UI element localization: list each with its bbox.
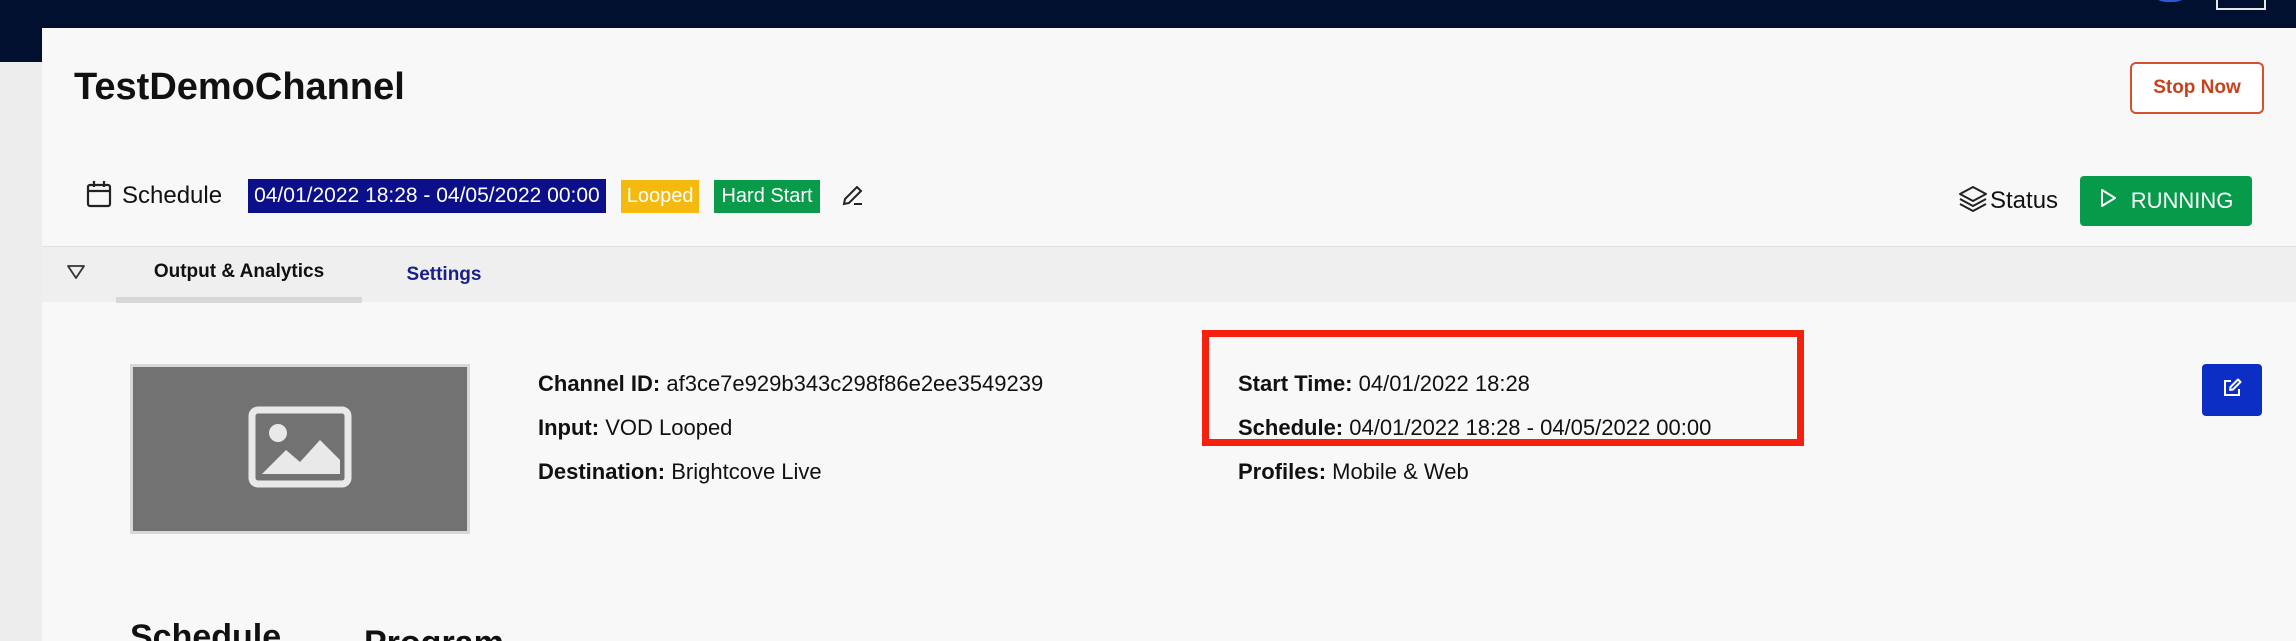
input-value: VOD Looped [605, 415, 733, 440]
running-label: RUNNING [2130, 188, 2234, 213]
profiles-row: Profiles: Mobile & Web [1238, 450, 1711, 494]
status-area: Status RUNNING [1958, 176, 2253, 226]
tab-settings[interactable]: Settings [364, 247, 524, 303]
status-label: Status [1990, 187, 2059, 214]
calendar-icon [86, 180, 112, 213]
program-section-heading: Program [364, 624, 504, 641]
tab-bar: Output & Analytics Settings [42, 246, 2296, 303]
play-icon [2099, 188, 2117, 214]
input-label: Input: [538, 415, 600, 440]
edit-schedule-pencil-icon[interactable] [840, 183, 866, 209]
image-placeholder-icon [248, 406, 352, 493]
menu-box-icon[interactable] [2216, 0, 2266, 10]
edit-square-icon [2221, 377, 2243, 404]
looped-badge: Looped [620, 179, 700, 213]
channel-id-label: Channel ID: [538, 371, 661, 396]
profiles-label: Profiles: [1238, 459, 1327, 484]
collapse-triangle-icon[interactable] [66, 263, 86, 286]
destination-row: Destination: Brightcove Live [538, 450, 1043, 494]
user-avatar-icon[interactable] [2150, 0, 2190, 2]
channel-id-value: af3ce7e929b343c298f86e2ee3549239 [666, 371, 1044, 396]
tab-output-analytics[interactable]: Output & Analytics [116, 247, 362, 303]
profiles-value: Mobile & Web [1332, 459, 1469, 484]
layers-icon [1958, 184, 1988, 219]
schedule-label: Schedule [122, 182, 223, 209]
page-title: TestDemoChannel [74, 66, 405, 108]
input-row: Input: VOD Looped [538, 406, 1043, 450]
edit-details-button[interactable] [2202, 364, 2262, 416]
highlight-box [1202, 330, 1804, 446]
channel-thumbnail [130, 364, 470, 534]
running-status-button[interactable]: RUNNING [2080, 176, 2253, 226]
destination-value: Brightcove Live [671, 459, 822, 484]
channel-info-column: Channel ID: af3ce7e929b343c298f86e2ee354… [538, 362, 1043, 494]
schedule-bar: Schedule 04/01/2022 18:28 - 04/05/2022 0… [86, 176, 866, 216]
schedule-section-heading: Schedule [130, 618, 282, 641]
channel-id-row: Channel ID: af3ce7e929b343c298f86e2ee354… [538, 362, 1043, 406]
hard-start-badge: Hard Start [714, 179, 820, 213]
channel-panel: TestDemoChannel Stop Now Schedule 04/01/… [42, 28, 2296, 641]
schedule-range-badge: 04/01/2022 18:28 - 04/05/2022 00:00 [248, 179, 606, 213]
stop-now-button[interactable]: Stop Now [2130, 62, 2264, 114]
destination-label: Destination: [538, 459, 666, 484]
